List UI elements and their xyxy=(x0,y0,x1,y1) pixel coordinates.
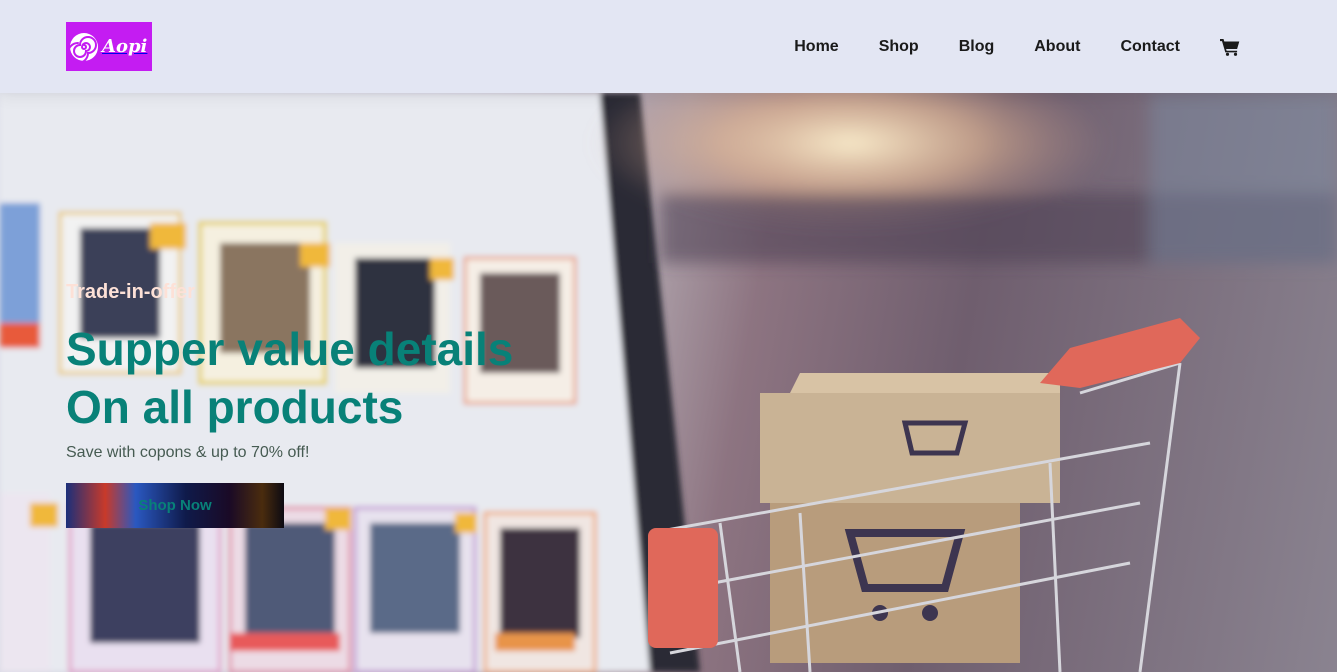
site-header: Aopi Home Shop Blog About Contact xyxy=(0,0,1337,93)
hero-content: Trade-in-offer Supper value details On a… xyxy=(66,281,513,528)
shop-now-button[interactable]: Shop Now xyxy=(66,483,284,528)
nav-link-home[interactable]: Home xyxy=(794,38,838,55)
cart-link[interactable] xyxy=(1220,38,1240,56)
logo-text: Aopi xyxy=(102,36,148,57)
spiral-logo-icon xyxy=(69,32,98,62)
hero-subheading: On all products xyxy=(66,381,404,433)
nav-item-about: About xyxy=(1014,38,1100,56)
shopping-cart-icon xyxy=(1220,38,1240,56)
nav-link-about[interactable]: About xyxy=(1034,38,1080,55)
nav-item-cart xyxy=(1200,38,1240,56)
logo[interactable]: Aopi xyxy=(66,22,152,71)
nav-link-contact[interactable]: Contact xyxy=(1120,38,1180,55)
nav-item-shop: Shop xyxy=(859,38,939,56)
nav-item-contact: Contact xyxy=(1100,38,1200,56)
hero-section: Trade-in-offer Supper value details On a… xyxy=(0,93,1337,672)
nav-item-blog: Blog xyxy=(939,38,1015,56)
nav-link-blog[interactable]: Blog xyxy=(959,38,995,55)
nav-item-home: Home xyxy=(774,38,858,56)
hero-heading: Supper value details xyxy=(66,323,514,375)
main-nav: Home Shop Blog About Contact xyxy=(774,38,1240,56)
nav-link-shop[interactable]: Shop xyxy=(879,38,919,55)
hero-description: Save with copons & up to 70% off! xyxy=(66,444,310,461)
hero-eyebrow: Trade-in-offer xyxy=(66,281,195,303)
